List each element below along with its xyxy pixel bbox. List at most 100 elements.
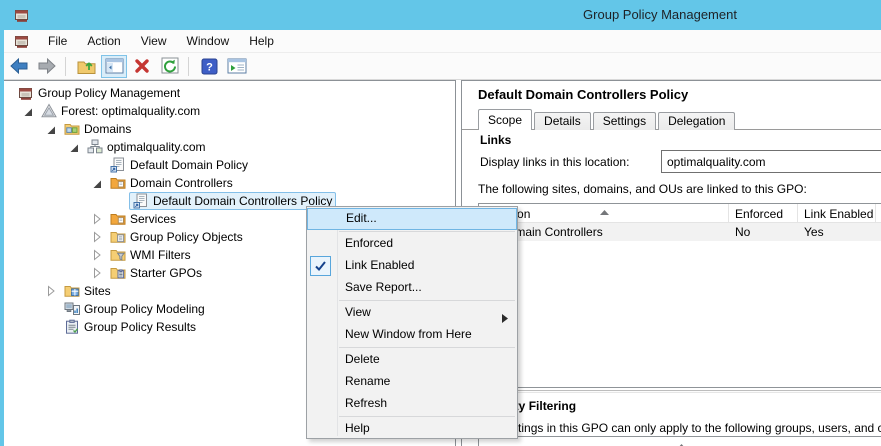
tree-item-label: Sites <box>84 284 111 298</box>
menu-item-label: View <box>345 305 371 319</box>
table-header-row: LocationEnforcedLink Enabled <box>479 204 881 223</box>
tree-item-label: Starter GPOs <box>130 266 202 280</box>
table-row-domain-controllers[interactable]: Domain ControllersNoYes <box>479 223 881 241</box>
location-combobox[interactable]: optimalquality.com <box>661 150 881 173</box>
gpo-icon <box>110 157 126 173</box>
tab-strip: ScopeDetailsSettingsDelegation <box>478 109 737 130</box>
tab-details[interactable]: Details <box>534 112 591 130</box>
title-bar: Group Policy Management <box>0 0 881 30</box>
tree-item-default-domain-policy[interactable]: Default Domain Policy <box>4 156 455 174</box>
menu-action[interactable]: Action <box>77 31 130 51</box>
gpmc-app-icon-small <box>14 33 30 49</box>
tree-item-label: Services <box>130 212 176 226</box>
tab-delegation[interactable]: Delegation <box>658 112 735 130</box>
modeling-icon <box>64 301 80 317</box>
expand-icon[interactable] <box>42 284 60 298</box>
up-one-level-icon <box>77 58 96 75</box>
console-tree-toggle-button[interactable] <box>101 55 127 78</box>
tab-settings[interactable]: Settings <box>593 112 656 130</box>
tree-item-group-policy-management[interactable]: Group Policy Management <box>4 84 455 102</box>
menu-file[interactable]: File <box>38 31 77 51</box>
menu-item-refresh[interactable]: Refresh <box>307 393 517 415</box>
up-one-level-button[interactable] <box>73 55 99 78</box>
tree-item-label: Domain Controllers <box>130 176 233 190</box>
menu-item-label: Save Report... <box>345 280 422 294</box>
tree-item-forest-optimalquality-com[interactable]: Forest: optimalquality.com <box>4 102 455 120</box>
forest-icon <box>41 103 57 119</box>
sites-folder-icon <box>64 283 80 299</box>
collapse-icon[interactable] <box>88 176 106 190</box>
refresh-button[interactable] <box>157 55 183 78</box>
security-filtering-list[interactable] <box>478 436 881 446</box>
section-divider <box>478 390 881 393</box>
gpmc-app-icon <box>14 7 30 23</box>
menu-item-label: Enforced <box>345 236 393 250</box>
column-header-link-enabled[interactable]: Link Enabled <box>798 204 876 222</box>
expander-placeholder <box>42 320 60 334</box>
menu-item-edit[interactable]: Edit... <box>307 208 517 230</box>
window-title: Group Policy Management <box>583 7 737 22</box>
tree-item-domain-controllers[interactable]: Domain Controllers <box>4 174 455 192</box>
back-arrow-button[interactable] <box>6 55 32 78</box>
tree-item-label: Forest: optimalquality.com <box>61 104 200 118</box>
tree-item-optimalquality-com[interactable]: optimalquality.com <box>4 138 455 156</box>
expand-icon[interactable] <box>88 248 106 262</box>
menu-item-rename[interactable]: Rename <box>307 371 517 393</box>
delete-x-icon <box>133 57 151 75</box>
toolbar-separator <box>188 57 189 76</box>
ou-folder-icon <box>110 211 126 227</box>
expand-icon[interactable] <box>88 230 106 244</box>
menu-item-new-window-from-here[interactable]: New Window from Here <box>307 324 517 346</box>
gpo-folder-icon <box>110 229 126 245</box>
window-frame-left <box>0 30 4 446</box>
action-pane-button[interactable] <box>224 55 250 78</box>
menu-item-link-enabled[interactable]: Link Enabled <box>307 255 517 277</box>
sort-asc-icon <box>600 204 609 218</box>
domains-folder-icon <box>64 121 80 137</box>
gpmc-window: Group Policy Management FileActionViewWi… <box>0 0 881 446</box>
menu-item-view[interactable]: View <box>307 302 517 324</box>
links-table-intro: The following sites, domains, and OUs ar… <box>478 182 807 196</box>
tree-item-domains[interactable]: Domains <box>4 120 455 138</box>
menu-window[interactable]: Window <box>177 31 240 51</box>
expand-icon[interactable] <box>88 212 106 226</box>
menu-help[interactable]: Help <box>239 31 284 51</box>
results-pane: Default Domain Controllers Policy ScopeD… <box>461 80 881 446</box>
delete-x-button[interactable] <box>129 55 155 78</box>
sort-asc-icon <box>677 438 686 446</box>
menu-item-help[interactable]: Help <box>307 418 517 440</box>
links-heading: Links <box>480 133 511 147</box>
tab-scope[interactable]: Scope <box>478 109 532 130</box>
menu-item-save-report[interactable]: Save Report... <box>307 277 517 299</box>
collapse-icon[interactable] <box>42 122 60 136</box>
gpo-title: Default Domain Controllers Policy <box>478 87 688 102</box>
help-button[interactable]: ? <box>196 55 222 78</box>
tree-item-label: optimalquality.com <box>107 140 205 154</box>
console-icon <box>18 85 34 101</box>
tree-item-label: Default Domain Policy <box>130 158 248 172</box>
cell-enforced: No <box>729 225 798 239</box>
column-header-enforced[interactable]: Enforced <box>729 204 798 222</box>
menu-item-label: New Window from Here <box>345 327 472 341</box>
menu-view[interactable]: View <box>131 31 177 51</box>
menu-item-label: Link Enabled <box>345 258 414 272</box>
tree-item-label: Domains <box>84 122 131 136</box>
tree-item-label: WMI Filters <box>130 248 191 262</box>
menu-item-label: Rename <box>345 374 390 388</box>
expander-placeholder <box>88 158 106 172</box>
expand-icon[interactable] <box>88 266 106 280</box>
tree-item-label: Group Policy Results <box>84 320 196 334</box>
location-combobox-value: optimalquality.com <box>667 155 765 169</box>
toolbar-separator <box>65 57 66 76</box>
tree-item-label: Group Policy Objects <box>130 230 243 244</box>
menu-bar: FileActionViewWindowHelp <box>4 30 881 53</box>
menu-item-label: Delete <box>345 352 380 366</box>
refresh-icon <box>161 57 179 75</box>
menu-item-delete[interactable]: Delete <box>307 349 517 371</box>
menu-item-label: Edit... <box>346 211 377 225</box>
collapse-icon[interactable] <box>65 140 83 154</box>
collapse-icon[interactable] <box>19 104 37 118</box>
menu-item-enforced[interactable]: Enforced <box>307 233 517 255</box>
forward-arrow-button[interactable] <box>34 55 60 78</box>
expander-placeholder <box>42 302 60 316</box>
